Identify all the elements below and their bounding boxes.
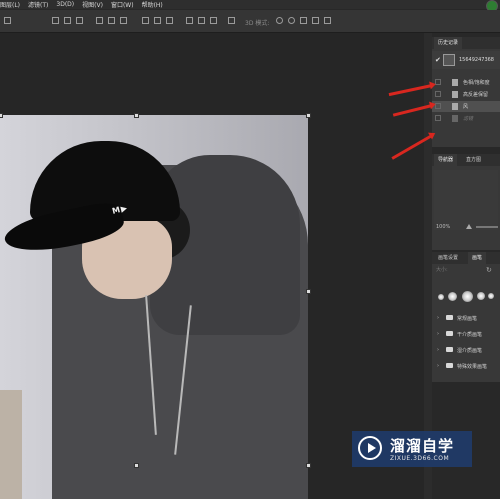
distribute-right-icon[interactable] bbox=[210, 17, 217, 24]
menu-help[interactable]: 帮助(H) bbox=[142, 0, 163, 9]
align-top-icon[interactable] bbox=[52, 17, 59, 24]
history-step-dimmed[interactable]: 滤镜 bbox=[432, 113, 500, 124]
distribute-hcenter-icon[interactable] bbox=[198, 17, 205, 24]
distribute-top-icon[interactable] bbox=[142, 17, 149, 24]
history-step-label: 高反差保留 bbox=[463, 92, 489, 98]
history-panel-tabs: 历史记录 bbox=[432, 37, 500, 49]
transform-handle-tc[interactable] bbox=[134, 113, 139, 118]
history-step[interactable]: 色相/饱和度 bbox=[432, 77, 500, 88]
history-snapshot[interactable]: ✔ 15649247368 bbox=[432, 51, 500, 69]
brush-group-general[interactable]: › 常规画笔 bbox=[432, 312, 500, 324]
brush-tip-preset[interactable] bbox=[477, 292, 485, 300]
chevron-right-icon[interactable]: › bbox=[437, 363, 439, 369]
history-source-checkbox[interactable] bbox=[435, 115, 441, 121]
document-canvas[interactable]: M▶ bbox=[0, 115, 308, 499]
watermark-url: ZIXUE.3D66.COM bbox=[390, 455, 450, 462]
snapshot-name: 15649247368 bbox=[459, 57, 494, 63]
pan-3d-icon[interactable] bbox=[300, 17, 307, 24]
chevron-right-icon[interactable]: › bbox=[437, 315, 439, 321]
history-step-icon bbox=[452, 103, 458, 110]
navigator-zoom-value[interactable]: 100% bbox=[436, 224, 450, 230]
transform-handle-br[interactable] bbox=[306, 463, 311, 468]
history-panel: 历史记录 ✔ 15649247368 色相/饱和度 高反差保留 风 滤镜 bbox=[432, 37, 500, 147]
orbit-3d-icon[interactable] bbox=[276, 17, 283, 24]
brush-reset-icon[interactable]: ↻ bbox=[486, 266, 492, 274]
roll-3d-icon[interactable] bbox=[288, 17, 295, 24]
transform-handle-tl[interactable] bbox=[0, 113, 3, 118]
brush-panel: 画笔设置 画笔 大小: ↻ › 常规画笔 › 干介质画笔 › 湿介质画笔 › 特… bbox=[432, 252, 500, 382]
align-left-icon[interactable] bbox=[96, 17, 103, 24]
zoom-out-icon[interactable] bbox=[466, 224, 472, 229]
transform-handle-mr[interactable] bbox=[306, 289, 311, 294]
align-right-icon[interactable] bbox=[120, 17, 127, 24]
align-vcenter-icon[interactable] bbox=[64, 17, 71, 24]
history-step-icon bbox=[452, 79, 458, 86]
menu-3d[interactable]: 3D(D) bbox=[56, 1, 74, 8]
folder-icon bbox=[446, 331, 453, 336]
history-step-icon bbox=[452, 91, 458, 98]
folder-icon bbox=[446, 347, 453, 352]
watermark-play-logo-icon bbox=[358, 436, 382, 460]
brush-tip-preset[interactable] bbox=[448, 292, 457, 301]
align-hcenter-icon[interactable] bbox=[108, 17, 115, 24]
brush-tip-preset[interactable] bbox=[438, 294, 444, 300]
history-step-selected[interactable]: 风 bbox=[432, 101, 500, 112]
mode-3d-label: 3D 模式: bbox=[245, 20, 270, 27]
watermark-name: 溜溜自学 bbox=[390, 437, 455, 455]
brush-size-label: 大小: bbox=[436, 267, 448, 273]
brush-tip-preset[interactable] bbox=[488, 293, 494, 299]
zoom-slider[interactable] bbox=[476, 226, 498, 228]
snapshot-thumbnail bbox=[443, 54, 455, 66]
auto-align-icon[interactable] bbox=[228, 17, 235, 24]
tab-histogram[interactable]: 直方图 bbox=[462, 154, 485, 166]
chevron-right-icon[interactable]: › bbox=[437, 347, 439, 353]
options-bar: 3D 模式: bbox=[0, 10, 500, 33]
folder-icon bbox=[446, 315, 453, 320]
menu-filter[interactable]: 滤镜(T) bbox=[28, 0, 48, 9]
history-step-icon bbox=[452, 115, 458, 122]
brush-group-wet[interactable]: › 湿介质画笔 bbox=[432, 344, 500, 356]
distribute-vcenter-icon[interactable] bbox=[154, 17, 161, 24]
navigator-panel: 导航器 直方图 100% bbox=[432, 154, 500, 250]
brush-group-label: 特殊效果画笔 bbox=[457, 364, 488, 370]
transform-control-icon[interactable] bbox=[4, 17, 11, 24]
history-step-label: 色相/饱和度 bbox=[463, 80, 490, 86]
folder-icon bbox=[446, 363, 453, 368]
menu-view[interactable]: 视图(V) bbox=[82, 0, 103, 9]
document-workspace[interactable]: M▶ bbox=[0, 33, 424, 499]
brush-panel-tabs: 画笔设置 画笔 bbox=[432, 252, 500, 264]
photo-shelf bbox=[0, 390, 22, 499]
watermark: 溜溜自学 ZIXUE.3D66.COM bbox=[352, 431, 472, 467]
transform-handle-tr[interactable] bbox=[306, 113, 311, 118]
menu-window[interactable]: 窗口(W) bbox=[111, 0, 134, 9]
brush-tip-preset[interactable] bbox=[462, 291, 473, 302]
menu-layer[interactable]: 图层(L) bbox=[0, 0, 20, 9]
navigator-panel-tabs: 导航器 直方图 bbox=[432, 154, 500, 166]
history-source-checkbox[interactable] bbox=[435, 91, 441, 97]
brush-group-dry[interactable]: › 干介质画笔 bbox=[432, 328, 500, 340]
brush-group-special[interactable]: › 特殊效果画笔 bbox=[432, 360, 500, 372]
scale-3d-icon[interactable] bbox=[324, 17, 331, 24]
menu-bar: 图层(L) 滤镜(T) 3D(D) 视图(V) 窗口(W) 帮助(H) bbox=[0, 0, 500, 9]
tab-history[interactable]: 历史记录 bbox=[434, 37, 463, 49]
history-step[interactable]: 高反差保留 bbox=[432, 89, 500, 100]
distribute-bottom-icon[interactable] bbox=[166, 17, 173, 24]
tab-brush-settings[interactable]: 画笔设置 bbox=[434, 252, 462, 264]
brush-group-label: 常规画笔 bbox=[457, 316, 478, 322]
brush-group-label: 湿介质画笔 bbox=[457, 348, 483, 354]
transform-handle-bc[interactable] bbox=[134, 463, 139, 468]
brush-group-label: 干介质画笔 bbox=[457, 332, 483, 338]
history-step-label: 风 bbox=[463, 104, 469, 110]
tab-brushes[interactable]: 画笔 bbox=[468, 252, 487, 264]
slide-3d-icon[interactable] bbox=[312, 17, 319, 24]
history-step-label: 滤镜 bbox=[463, 116, 474, 122]
tab-navigator[interactable]: 导航器 bbox=[434, 154, 458, 166]
navigator-preview[interactable] bbox=[434, 170, 498, 230]
distribute-left-icon[interactable] bbox=[186, 17, 193, 24]
align-bottom-icon[interactable] bbox=[76, 17, 83, 24]
chevron-right-icon[interactable]: › bbox=[437, 331, 439, 337]
snapshot-brush-icon: ✔ bbox=[435, 56, 441, 64]
